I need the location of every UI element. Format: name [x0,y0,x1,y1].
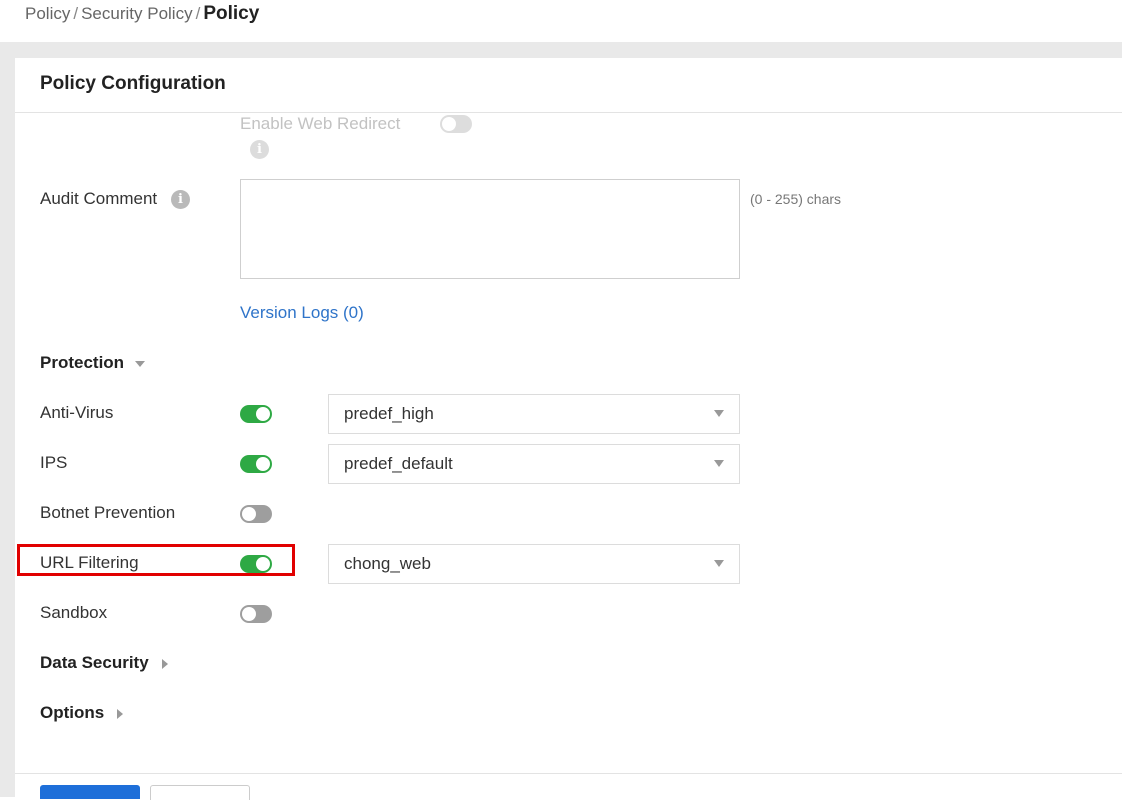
web-redirect-label: Enable Web Redirect [240,114,401,133]
url-filtering-profile-value: chong_web [344,554,431,573]
ips-toggle[interactable] [240,455,272,473]
breadcrumb-current: Policy [203,3,260,24]
panel-header: Policy Configuration [15,58,1122,113]
botnet-prevention-toggle[interactable] [240,505,272,523]
anti-virus-label: Anti-Virus [40,403,114,422]
ips-profile-value: predef_default [344,454,453,473]
url-filtering-toggle[interactable] [240,555,272,573]
panel-title: Policy Configuration [40,73,226,94]
url-filtering-profile-select[interactable]: chong_web [328,544,740,584]
footer-divider [15,773,1122,774]
url-filtering-label: URL Filtering [40,553,139,572]
options-section-header[interactable]: Options [40,703,104,723]
data-security-section-header[interactable]: Data Security [40,653,149,673]
cancel-button[interactable] [150,785,250,800]
anti-virus-profile-select[interactable]: predef_high [328,394,740,434]
sandbox-toggle[interactable] [240,605,272,623]
breadcrumb-separator: / [73,4,79,23]
botnet-prevention-label: Botnet Prevention [40,503,176,522]
sandbox-label: Sandbox [40,603,108,622]
audit-comment-label: Audit Comment [40,189,158,208]
breadcrumb-separator: / [195,4,201,23]
anti-virus-toggle[interactable] [240,405,272,423]
version-logs-link[interactable]: Version Logs (0) [240,303,364,323]
caret-right-icon[interactable] [162,659,168,669]
anti-virus-profile-value: predef_high [344,404,434,423]
ips-profile-select[interactable]: predef_default [328,444,740,484]
audit-comment-textarea[interactable] [240,179,740,279]
left-gutter [0,42,15,797]
chevron-down-icon [714,560,724,567]
chevron-down-icon [714,410,724,417]
info-icon[interactable]: i [171,190,190,209]
web-redirect-toggle[interactable] [440,115,472,133]
caret-right-icon[interactable] [117,709,123,719]
info-icon[interactable]: i [250,140,269,159]
audit-comment-hint: (0 - 255) chars [750,191,842,207]
policy-configuration-panel: Policy Configuration Enable Web Redirect… [15,58,1122,800]
chevron-down-icon [714,460,724,467]
caret-down-icon[interactable] [135,361,145,367]
breadcrumb: Policy / Security Policy / Policy [25,3,259,27]
breadcrumb-security-policy[interactable]: Security Policy [81,4,192,23]
page-divider [0,42,1122,58]
ips-label: IPS [40,453,68,472]
protection-section-header[interactable]: Protection [40,353,124,373]
breadcrumb-policy[interactable]: Policy [25,4,70,23]
